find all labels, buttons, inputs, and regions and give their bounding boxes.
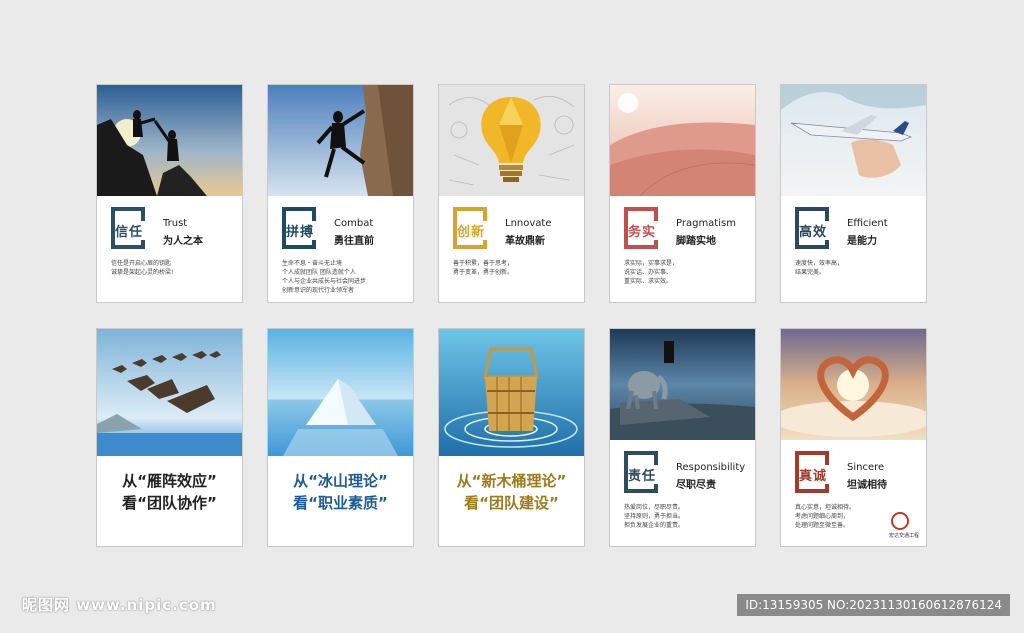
value-card-pragmatism: 务实 Pragmatism 脚踏实地 求实际，实事求是， 说实话、办实事、 重实… — [609, 84, 756, 303]
value-word: 真诚 — [799, 465, 843, 484]
heart-hands-photo — [781, 329, 926, 440]
value-description: 求实际，实事求是， 说实话、办实事、 重实际、求实效。 — [624, 260, 679, 285]
company-logo-icon — [891, 512, 909, 530]
value-description: 速度快，效率高， 结果完美。 — [795, 260, 844, 276]
rock-climber-photo — [268, 85, 413, 196]
value-english: Efficient — [847, 218, 888, 229]
value-motto: 尽职尽责 — [676, 480, 716, 491]
value-english: Responsibility — [676, 462, 746, 473]
value-english: Combat — [334, 218, 374, 229]
value-word: 拼搏 — [286, 221, 330, 240]
value-motto: 坦诚相待 — [847, 480, 887, 491]
wooden-bucket-photo — [439, 329, 584, 456]
iceberg-photo — [268, 329, 413, 456]
value-word: 责任 — [628, 465, 672, 484]
value-card-sincere: 真诚 Sincere 坦诚相待 真心实意，坦诚相待。 考虑问题细心周到， 处理问… — [780, 328, 927, 547]
value-motto: 革故鼎新 — [505, 236, 545, 247]
site-watermark: 昵图网 www.nipic.com — [22, 596, 217, 614]
value-description: 信任是开启心扉的钥匙 诚挚是架起心灵的桥梁! — [111, 260, 174, 276]
climbers-helping-hand-photo — [97, 85, 242, 196]
value-card-responsibility: 责任 Responsibility 尽职尽责 热爱岗位，尽职尽责。 坚持原则，勇… — [609, 328, 756, 547]
value-card-trust: 信任 Trust 为人之本 信任是开启心扉的钥匙 诚挚是架起心灵的桥梁! — [96, 84, 243, 303]
slogan-card-geese: 从“雁阵效应” 看“团队协作” — [96, 328, 243, 547]
value-english: Pragmatism — [676, 218, 736, 229]
value-motto: 脚踏实地 — [676, 236, 716, 247]
value-english: Lnnovate — [505, 218, 552, 229]
value-description: 热爱岗位，尽职尽责。 坚持原则，勇于担当。 担负发展企业的重责。 — [624, 504, 685, 529]
value-word: 务实 — [628, 221, 672, 240]
value-motto: 为人之本 — [163, 236, 203, 247]
value-english: Sincere — [847, 462, 885, 473]
slogan-text: 从“新木桶理论” 看“团队建设” — [456, 472, 567, 512]
desert-dunes-photo — [610, 85, 755, 196]
value-card-innovate: 创新 Lnnovate 革故鼎新 善于积累，善于思考， 勇于变革，勇于创新。 — [438, 84, 585, 303]
value-word: 创新 — [457, 221, 501, 240]
geese-flying-photo — [97, 329, 242, 456]
value-word: 高效 — [799, 221, 843, 240]
slogan-card-bucket: 从“新木桶理论” 看“团队建设” — [438, 328, 585, 547]
value-english: Trust — [163, 218, 188, 229]
slogan-text: 从“雁阵效应” 看“团队协作” — [122, 472, 217, 512]
value-card-efficient: 高效 Efficient 是能力 速度快，效率高， 结果完美。 — [780, 84, 927, 303]
value-word: 信任 — [115, 221, 159, 240]
value-description: 善于积累，善于思考， 勇于变革，勇于创新。 — [453, 260, 514, 276]
value-motto: 是能力 — [847, 236, 877, 247]
value-motto: 勇往直前 — [334, 236, 374, 247]
value-description: 生命不息・奋斗无止境 个人成就团队 团队造就个人 个人与企业共成长与社会同进步 … — [282, 260, 367, 294]
image-id-watermark: ID:13159305 NO:20231130160612876124 — [737, 594, 1010, 616]
slogan-card-iceberg: 从“冰山理论” 看“职业素质” — [267, 328, 414, 547]
slogan-text: 从“冰山理论” 看“职业素质” — [293, 472, 388, 512]
value-card-combat: 拼搏 Combat 勇往直前 生命不息・奋斗无止境 个人成就团队 团队造就个人 … — [267, 84, 414, 303]
hand-airplane-photo — [781, 85, 926, 196]
stone-elephant-photo — [610, 329, 755, 440]
light-bulb-photo — [439, 85, 584, 196]
company-name: 宏达交通工程 — [888, 533, 919, 539]
